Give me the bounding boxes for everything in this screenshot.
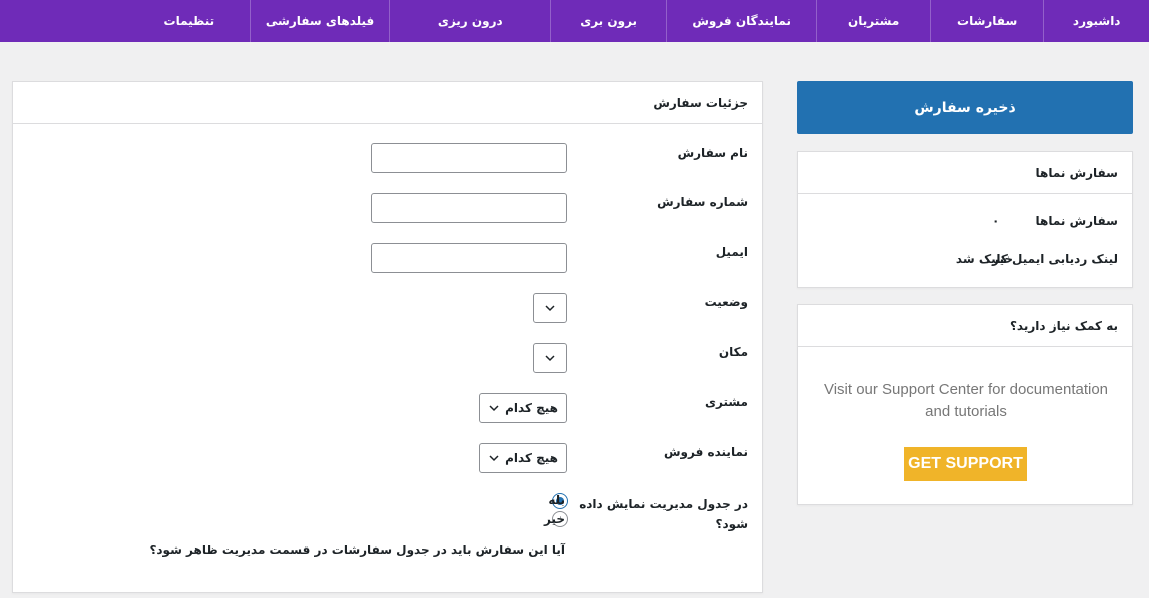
email-tracking-label: لینک ردیابی ایمیل کلیک شد — [955, 252, 1118, 266]
sales-rep-select-value: هیچ کدام — [505, 451, 558, 465]
show-in-table-yes-label: بله — [548, 493, 565, 507]
order-number-input[interactable] — [371, 193, 567, 223]
chevron-down-icon — [489, 405, 499, 412]
status-select[interactable] — [533, 293, 567, 323]
get-support-button[interactable]: GET SUPPORT — [904, 447, 1027, 481]
email-tracking-value: خیر — [992, 252, 1014, 266]
nav-item-export[interactable]: برون بری — [550, 0, 665, 42]
nav-item-settings[interactable]: تنظیمات — [0, 0, 250, 42]
chevron-down-icon — [545, 305, 555, 312]
top-nav: داشبورد سفارشات مشتریان نمایندگان فروش ب… — [0, 0, 1149, 42]
show-in-table-label: در جدول مدیریت نمایش داده شود؟ — [579, 494, 748, 534]
show-in-table-label-line2: شود؟ — [715, 517, 748, 531]
email-input[interactable] — [371, 243, 567, 273]
nav-item-sales-reps[interactable]: نمایندگان فروش — [665, 0, 817, 42]
nav-item-dashboard[interactable]: داشبورد — [1043, 0, 1149, 42]
sales-rep-label: نماینده فروش — [664, 445, 748, 459]
show-in-table-no-label: خیر — [543, 512, 565, 526]
show-in-table-label-line1: در جدول مدیریت نمایش داده — [579, 497, 748, 511]
nav-item-import[interactable]: درون ریزی — [389, 0, 550, 42]
nav-item-orders[interactable]: سفارشات — [929, 0, 1043, 42]
sales-rep-select[interactable]: هیچ کدام — [479, 443, 567, 473]
nav-item-customers[interactable]: مشتریان — [816, 0, 929, 42]
help-text: Visit our Support Center for documentati… — [823, 381, 1109, 420]
order-number-label: شماره سفارش — [657, 195, 748, 209]
email-label: ایمیل — [715, 245, 748, 259]
customer-select[interactable]: هیچ کدام — [479, 393, 567, 423]
nav-item-settings-label: تنظیمات — [163, 14, 215, 28]
location-select[interactable] — [533, 343, 567, 373]
show-in-table-help: آیا این سفارش باید در جدول سفارشات در قس… — [149, 543, 565, 557]
nav-item-custom-fields[interactable]: فیلدهای سفارشی — [250, 0, 389, 42]
location-label: مکان — [718, 345, 748, 359]
order-views-title: سفارش نماها — [798, 152, 1132, 194]
order-details-panel: جزئیات سفارش نام سفارش شماره سفارش ایمیل… — [12, 81, 763, 593]
help-box: به کمک نیاز دارید؟ Visit our Support Cen… — [797, 304, 1133, 505]
order-views-value: ۰ — [992, 214, 1000, 228]
status-label: وضعیت — [704, 295, 748, 309]
order-name-input[interactable] — [371, 143, 567, 173]
customer-select-value: هیچ کدام — [505, 401, 558, 415]
save-order-button[interactable]: ذخیره سفارش — [797, 81, 1133, 134]
help-title: به کمک نیاز دارید؟ — [798, 305, 1132, 347]
order-views-label: سفارش نماها — [1035, 214, 1118, 228]
customer-label: مشتری — [704, 395, 748, 409]
order-views-box: سفارش نماها سفارش نماها ۰ لینک ردیابی ای… — [797, 151, 1133, 288]
chevron-down-icon — [489, 455, 499, 462]
order-details-title: جزئیات سفارش — [13, 82, 762, 124]
order-name-label: نام سفارش — [677, 146, 748, 160]
chevron-down-icon — [545, 355, 555, 362]
